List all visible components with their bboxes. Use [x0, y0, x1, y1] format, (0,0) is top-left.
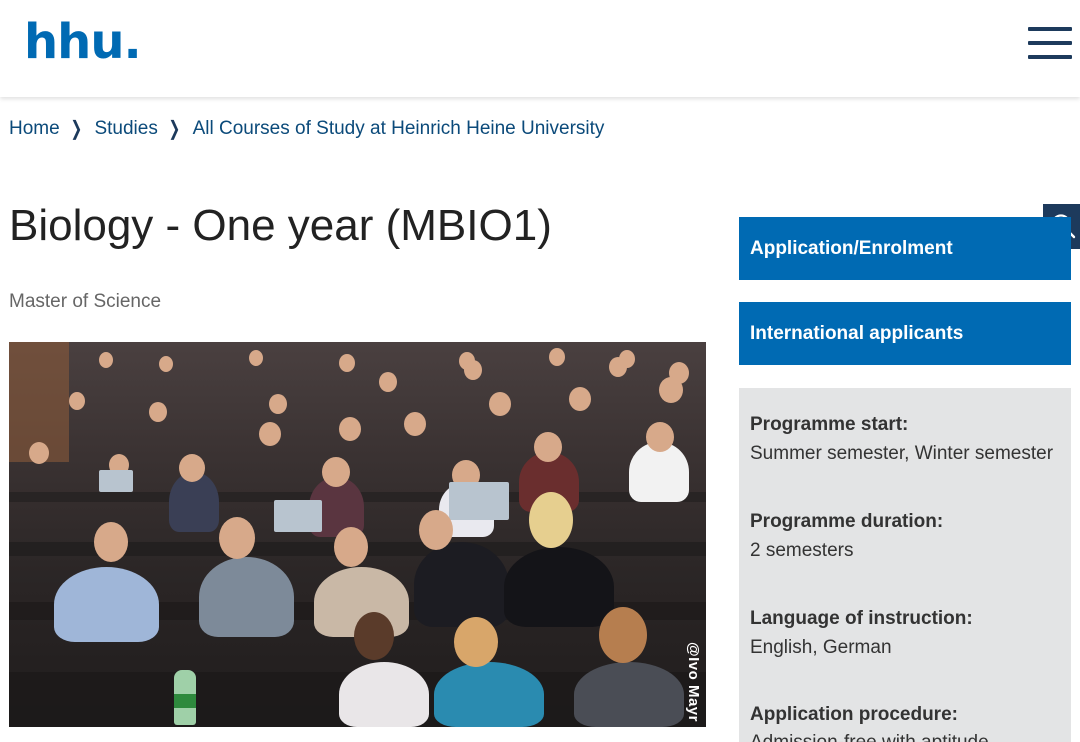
student: [69, 392, 85, 410]
student: [29, 442, 49, 464]
laptop: [274, 500, 322, 532]
chevron-right-icon: ❯: [70, 118, 82, 140]
student: [149, 402, 167, 422]
lecture-hall-photo: @Ivo Mayr: [9, 342, 706, 727]
student: [659, 377, 683, 403]
student: [259, 422, 281, 446]
hamburger-menu-icon[interactable]: [1028, 27, 1072, 61]
photo-credit: @Ivo Mayr: [685, 642, 702, 722]
student: [339, 354, 355, 372]
degree-subtitle: Master of Science: [9, 291, 162, 312]
student: [354, 612, 394, 660]
student: [249, 350, 263, 366]
student: [574, 662, 684, 727]
student: [454, 617, 498, 667]
international-applicants-button[interactable]: International applicants: [739, 302, 1071, 365]
student: [504, 547, 614, 627]
student: [609, 357, 627, 377]
breadcrumb-home-link[interactable]: Home: [9, 118, 60, 140]
student: [599, 607, 647, 663]
laptop: [449, 482, 509, 520]
student: [529, 492, 573, 548]
student: [414, 542, 509, 627]
programme-start-value: Summer semester, Winter semester: [750, 443, 1054, 464]
student: [54, 567, 159, 642]
menu-bar: [1028, 27, 1072, 31]
page-title: Biology - One year (MBIO1): [9, 201, 552, 250]
student: [549, 348, 565, 366]
menu-bar: [1028, 55, 1072, 59]
student: [464, 360, 482, 380]
student: [179, 454, 205, 482]
programme-start-label: Programme start:: [750, 414, 909, 435]
application-procedure-value: Admission-free with aptitude: [750, 732, 989, 742]
bottle-label: [174, 694, 196, 708]
student: [322, 457, 350, 487]
application-enrolment-button[interactable]: Application/Enrolment: [739, 217, 1071, 280]
student: [269, 394, 287, 414]
student: [419, 510, 453, 550]
student: [404, 412, 426, 436]
language-label: Language of instruction:: [750, 608, 973, 629]
breadcrumb-studies-link[interactable]: Studies: [94, 118, 157, 140]
student: [569, 387, 591, 411]
student: [434, 662, 544, 727]
application-procedure-label: Application procedure:: [750, 704, 958, 725]
student: [159, 356, 173, 372]
chevron-right-icon: ❯: [168, 118, 181, 140]
laptop: [99, 470, 133, 492]
breadcrumb: Home ❯ Studies ❯ All Courses of Study at…: [9, 116, 604, 141]
student: [334, 527, 368, 567]
menu-bar: [1028, 41, 1072, 45]
student: [94, 522, 128, 562]
site-header: hhu.: [0, 0, 1080, 97]
student: [219, 517, 255, 559]
programme-info-box: Programme start: Summer semester, Winter…: [739, 388, 1071, 742]
hhu-logo[interactable]: hhu.: [24, 14, 142, 70]
student: [534, 432, 562, 462]
student: [379, 372, 397, 392]
student: [339, 417, 361, 441]
programme-duration-label: Programme duration:: [750, 511, 944, 532]
student: [199, 557, 294, 637]
student: [646, 422, 674, 452]
student: [99, 352, 113, 368]
programme-duration-value: 2 semesters: [750, 540, 854, 561]
breadcrumb-courses-link[interactable]: All Courses of Study at Heinrich Heine U…: [193, 118, 605, 140]
student: [489, 392, 511, 416]
student: [339, 662, 429, 727]
language-value: English, German: [750, 637, 892, 658]
